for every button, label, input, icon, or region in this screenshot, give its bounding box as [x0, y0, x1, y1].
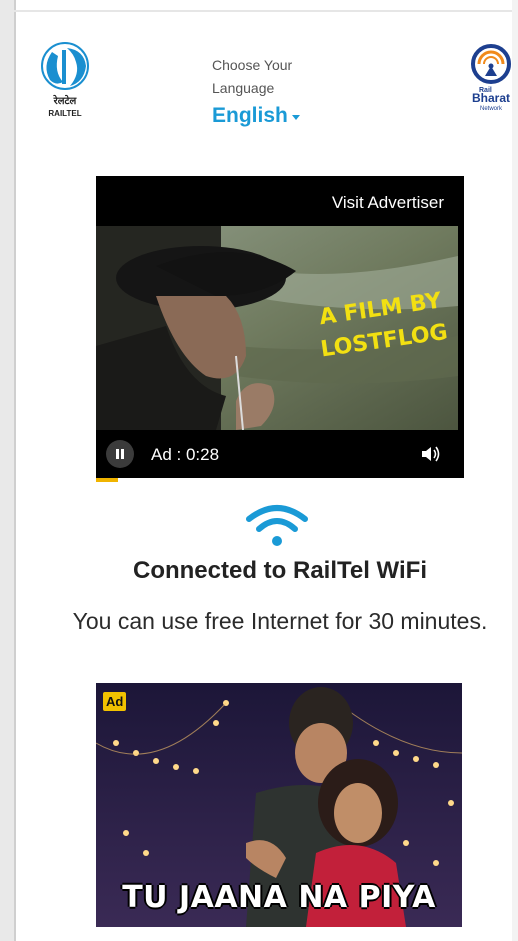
language-caption: Choose Your Language: [212, 57, 293, 96]
railtel-logo-icon: रेलटेल RAILTEL: [41, 42, 89, 118]
right-edge-bar: [512, 0, 518, 941]
ad-progress-bar: [96, 478, 464, 482]
language-value: English: [212, 104, 288, 127]
chevron-down-icon: [291, 114, 300, 120]
language-selector-block: Choose Your Language English: [212, 54, 332, 128]
wifi-icon: [246, 505, 308, 546]
ad-badge: Ad: [103, 692, 127, 711]
top-divider: [14, 10, 518, 12]
video-controls: Ad : 0:28: [96, 430, 464, 478]
rail-bharat-logo: Rail Bharat Network: [466, 42, 516, 116]
video-ad-player[interactable]: Visit Advertiser A FILM BY LOSTFLOG Ad:…: [96, 176, 464, 478]
rail-bharat-logo-sub-text: Network: [480, 106, 503, 112]
visit-advertiser-link[interactable]: Visit Advertiser: [332, 193, 444, 213]
volume-icon[interactable]: [420, 444, 442, 464]
banner-ad-title: TU JAANA NA PIYA: [122, 880, 436, 915]
ad-timer: Ad : 0:28: [151, 445, 220, 464]
railtel-logo-hindi-text: रेलटेल: [53, 94, 78, 107]
video-frame: A FILM BY LOSTFLOG: [96, 226, 458, 430]
connection-status-title: Connected to RailTel WiFi: [132, 557, 427, 584]
railtel-logo: रेलटेल RAILTEL: [36, 42, 94, 122]
railtel-logo-text: RAILTEL: [48, 109, 81, 118]
rail-bharat-logo-main-text: Bharat: [472, 91, 510, 105]
ad-progress-fill: [96, 478, 119, 482]
connection-status-message: You can use free Internet for 30 minutes…: [72, 608, 488, 634]
video-thumbnail: A FILM BY LOSTFLOG: [96, 226, 458, 430]
rail-bharat-logo-icon: Rail Bharat Network: [471, 44, 511, 112]
pause-button[interactable]: [106, 440, 134, 468]
language-dropdown[interactable]: English: [212, 104, 332, 128]
left-edge-bar: [0, 0, 16, 941]
banner-ad[interactable]: Ad TU JAANA NA PIYA: [96, 683, 462, 927]
